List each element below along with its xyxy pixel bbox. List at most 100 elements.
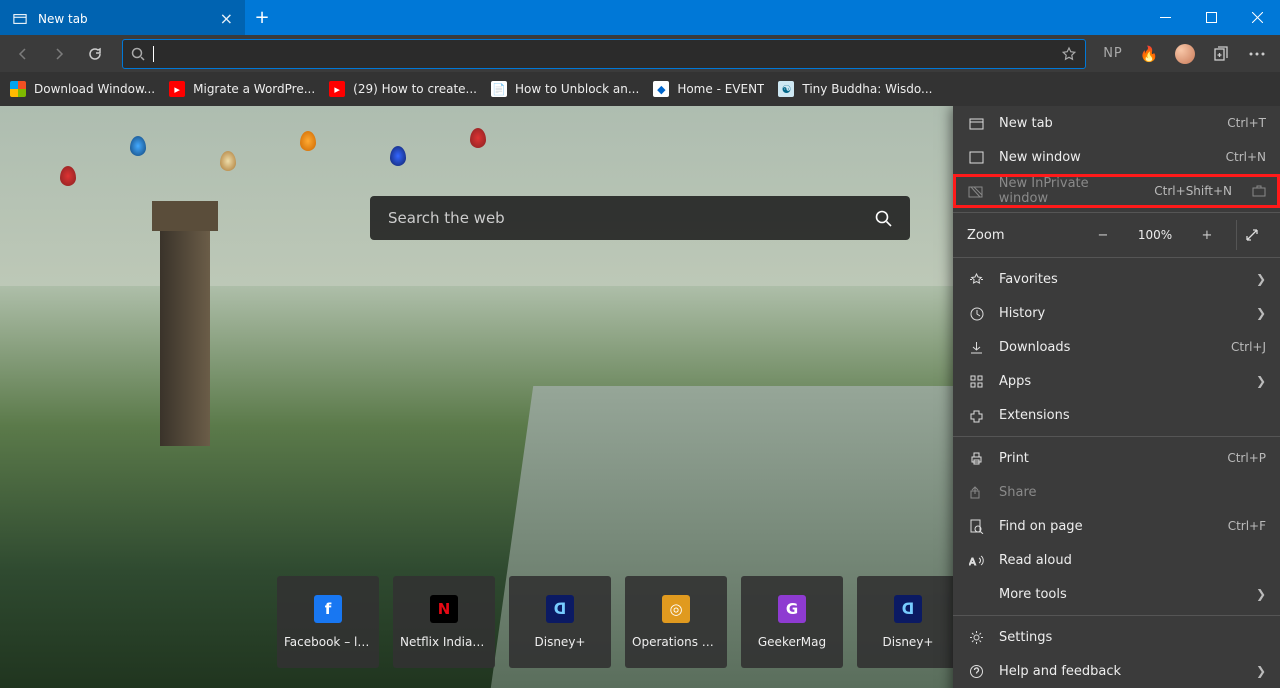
- bookmark-label: (29) How to create...: [353, 82, 477, 96]
- address-bar[interactable]: [122, 39, 1086, 69]
- web-search-box[interactable]: Search the web: [370, 196, 910, 240]
- menu-label: New tab: [999, 116, 1053, 131]
- quick-link-tile[interactable]: fFacebook – lo...: [277, 576, 379, 668]
- toolbar: NP 🔥: [0, 35, 1280, 72]
- menu-label: Extensions: [999, 408, 1070, 423]
- menu-label: Zoom: [967, 228, 1074, 243]
- read-aloud-icon: A: [967, 553, 985, 568]
- back-button[interactable]: [6, 38, 40, 70]
- bookmark-item[interactable]: ▸Migrate a WordPre...: [169, 81, 315, 97]
- zoom-out-button[interactable]: −: [1088, 220, 1118, 250]
- menu-downloads[interactable]: Downloads Ctrl+J: [953, 330, 1280, 364]
- search-icon: [131, 47, 145, 61]
- menu-shortcut: Ctrl+Shift+N: [1154, 184, 1232, 198]
- tile-label: GeekerMag: [758, 635, 826, 649]
- briefcase-icon: [1252, 185, 1266, 197]
- close-window-button[interactable]: [1234, 0, 1280, 35]
- chevron-right-icon: ❯: [1256, 272, 1266, 286]
- favorite-star-icon[interactable]: [1061, 46, 1077, 62]
- extensions-icon: [967, 408, 985, 423]
- share-icon: [967, 485, 985, 500]
- address-caret: [153, 46, 154, 62]
- downloads-icon: [967, 340, 985, 355]
- zoom-percent: 100%: [1132, 228, 1178, 242]
- bookmark-item[interactable]: ◆Home - EVENT: [653, 81, 764, 97]
- menu-shortcut: Ctrl+F: [1228, 519, 1266, 533]
- forward-button[interactable]: [42, 38, 76, 70]
- menu-label: Read aloud: [999, 553, 1072, 568]
- zoom-in-button[interactable]: +: [1192, 220, 1222, 250]
- new-tab-icon: [967, 116, 985, 131]
- svg-text:A: A: [969, 557, 976, 568]
- window-controls: [1142, 0, 1280, 35]
- inprivate-icon: [967, 184, 985, 199]
- bookmark-label: Migrate a WordPre...: [193, 82, 315, 96]
- menu-read-aloud[interactable]: A Read aloud: [953, 543, 1280, 577]
- menu-label: Apps: [999, 374, 1031, 389]
- bookmark-label: How to Unblock an...: [515, 82, 639, 96]
- tower: [160, 226, 210, 446]
- tab-title: New tab: [38, 12, 88, 26]
- bookmark-item[interactable]: 📄How to Unblock an...: [491, 81, 639, 97]
- quick-links: fFacebook – lo... NNetflix India –... ᗡD…: [277, 576, 1003, 668]
- menu-help[interactable]: Help and feedback ❯: [953, 654, 1280, 688]
- menu-label: Print: [999, 451, 1029, 466]
- bookmark-item[interactable]: Download Window...: [10, 81, 155, 97]
- bookmark-label: Download Window...: [34, 82, 155, 96]
- profile-avatar[interactable]: [1168, 38, 1202, 70]
- menu-new-window[interactable]: New window Ctrl+N: [953, 140, 1280, 174]
- menu-inprivate-window[interactable]: New InPrivate window Ctrl+Shift+N: [953, 174, 1280, 208]
- menu-find-on-page[interactable]: Find on page Ctrl+F: [953, 509, 1280, 543]
- bookmark-item[interactable]: ▸(29) How to create...: [329, 81, 477, 97]
- menu-separator: [953, 615, 1280, 616]
- menu-favorites[interactable]: Favorites ❯: [953, 262, 1280, 296]
- browser-tab[interactable]: New tab ×: [0, 0, 245, 35]
- help-icon: [967, 664, 985, 679]
- new-window-icon: [967, 150, 985, 165]
- tile-label: Disney+: [883, 635, 934, 649]
- quick-link-tile[interactable]: ᗡDisney+: [857, 576, 959, 668]
- menu-shortcut: Ctrl+T: [1227, 116, 1266, 130]
- title-bar: New tab × +: [0, 0, 1280, 35]
- menu-separator: [953, 436, 1280, 437]
- quick-link-tile[interactable]: GGeekerMag: [741, 576, 843, 668]
- history-icon: [967, 306, 985, 321]
- new-tab-page: Search the web fFacebook – lo... NNetfli…: [0, 106, 1280, 688]
- menu-label: Help and feedback: [999, 664, 1121, 679]
- menu-extensions[interactable]: Extensions: [953, 398, 1280, 432]
- menu-more-tools[interactable]: More tools ❯: [953, 577, 1280, 611]
- menu-history[interactable]: History ❯: [953, 296, 1280, 330]
- collections-icon[interactable]: [1204, 38, 1238, 70]
- menu-label: Favorites: [999, 272, 1058, 287]
- apps-icon: [967, 374, 985, 389]
- chevron-right-icon: ❯: [1256, 587, 1266, 601]
- balloon-icon: [470, 128, 486, 148]
- streak-icon[interactable]: 🔥: [1132, 38, 1166, 70]
- menu-print[interactable]: Print Ctrl+P: [953, 441, 1280, 475]
- quick-link-tile[interactable]: ◎Operations D...: [625, 576, 727, 668]
- bookmark-item[interactable]: ☯Tiny Buddha: Wisdo...: [778, 81, 932, 97]
- maximize-button[interactable]: [1188, 0, 1234, 35]
- settings-menu: New tab Ctrl+T New window Ctrl+N New InP…: [953, 106, 1280, 688]
- print-icon: [967, 451, 985, 466]
- favorites-icon: [967, 272, 985, 287]
- tile-label: Operations D...: [632, 635, 720, 649]
- quick-link-tile[interactable]: NNetflix India –...: [393, 576, 495, 668]
- refresh-button[interactable]: [78, 38, 112, 70]
- new-tab-button[interactable]: +: [245, 0, 279, 35]
- menu-settings[interactable]: Settings: [953, 620, 1280, 654]
- fullscreen-button[interactable]: [1236, 220, 1266, 250]
- tab-page-icon: [12, 11, 28, 27]
- profile-initials[interactable]: NP: [1096, 38, 1130, 70]
- balloon-icon: [220, 151, 236, 171]
- tab-close-button[interactable]: ×: [220, 9, 233, 28]
- search-icon[interactable]: [874, 209, 892, 227]
- gear-icon: [967, 630, 985, 645]
- quick-link-tile[interactable]: ᗡDisney+: [509, 576, 611, 668]
- menu-new-tab[interactable]: New tab Ctrl+T: [953, 106, 1280, 140]
- menu-apps[interactable]: Apps ❯: [953, 364, 1280, 398]
- settings-menu-button[interactable]: [1240, 38, 1274, 70]
- menu-shortcut: Ctrl+N: [1226, 150, 1266, 164]
- menu-label: Settings: [999, 630, 1052, 645]
- minimize-button[interactable]: [1142, 0, 1188, 35]
